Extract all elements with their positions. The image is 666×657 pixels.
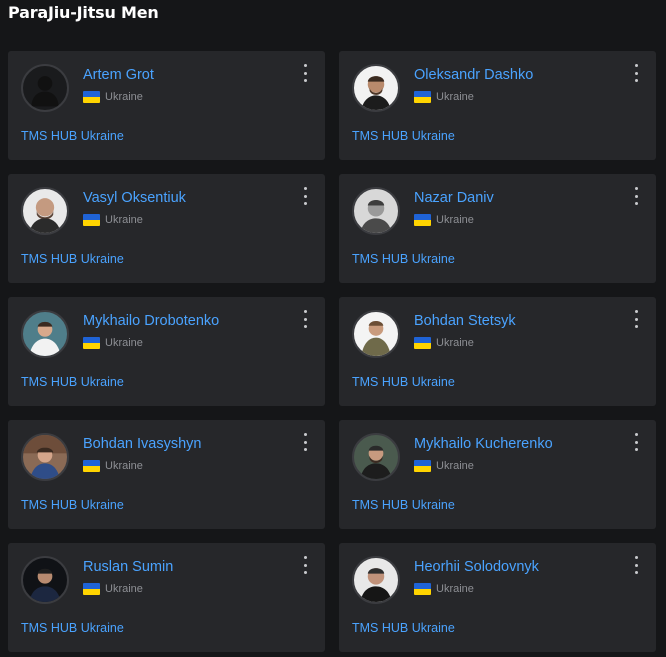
athlete-name-link[interactable]: Mykhailo Kucherenko: [414, 436, 553, 452]
page-title: ParaJiu-Jitsu Men: [8, 3, 159, 22]
team-link[interactable]: TMS HUB Ukraine: [21, 498, 124, 512]
athlete-card: Heorhii Solodovnyk Ukraine TMS HUB Ukrai…: [339, 543, 656, 652]
ukraine-flag-icon: [83, 337, 100, 349]
more-options-icon[interactable]: [630, 433, 642, 451]
athlete-name-link[interactable]: Heorhii Solodovnyk: [414, 559, 539, 575]
avatar: [21, 433, 69, 481]
ukraine-flag-icon: [83, 460, 100, 472]
country-label: Ukraine: [105, 337, 143, 349]
athlete-card: Mykhailo Kucherenko Ukraine TMS HUB Ukra…: [339, 420, 656, 529]
athlete-country: Ukraine: [83, 460, 143, 472]
avatar: [21, 187, 69, 235]
athlete-name-link[interactable]: Bohdan Stetsyk: [414, 313, 516, 329]
ukraine-flag-icon: [83, 214, 100, 226]
athlete-card: Vasyl Oksentiuk Ukraine TMS HUB Ukraine: [8, 174, 325, 283]
athlete-card: Artem Grot Ukraine TMS HUB Ukraine: [8, 51, 325, 160]
athlete-card: Ruslan Sumin Ukraine TMS HUB Ukraine: [8, 543, 325, 652]
avatar: [21, 310, 69, 358]
team-link[interactable]: TMS HUB Ukraine: [352, 498, 455, 512]
country-label: Ukraine: [436, 91, 474, 103]
athlete-name-link[interactable]: Ruslan Sumin: [83, 559, 173, 575]
ukraine-flag-icon: [414, 460, 431, 472]
athlete-country: Ukraine: [414, 214, 474, 226]
athlete-card: Mykhailo Drobotenko Ukraine TMS HUB Ukra…: [8, 297, 325, 406]
country-label: Ukraine: [105, 583, 143, 595]
team-link[interactable]: TMS HUB Ukraine: [352, 375, 455, 389]
country-label: Ukraine: [105, 214, 143, 226]
athlete-country: Ukraine: [414, 460, 474, 472]
athlete-card: Bohdan Stetsyk Ukraine TMS HUB Ukraine: [339, 297, 656, 406]
athlete-country: Ukraine: [83, 583, 143, 595]
country-label: Ukraine: [105, 91, 143, 103]
avatar: [21, 556, 69, 604]
country-label: Ukraine: [436, 583, 474, 595]
ukraine-flag-icon: [414, 91, 431, 103]
team-link[interactable]: TMS HUB Ukraine: [352, 129, 455, 143]
country-label: Ukraine: [105, 460, 143, 472]
athlete-country: Ukraine: [414, 337, 474, 349]
athlete-country: Ukraine: [83, 91, 143, 103]
avatar: [21, 64, 69, 112]
more-options-icon[interactable]: [630, 310, 642, 328]
more-options-icon[interactable]: [630, 64, 642, 82]
team-link[interactable]: TMS HUB Ukraine: [352, 621, 455, 635]
ukraine-flag-icon: [83, 91, 100, 103]
more-options-icon[interactable]: [299, 556, 311, 574]
team-link[interactable]: TMS HUB Ukraine: [21, 375, 124, 389]
avatar: [352, 556, 400, 604]
athlete-name-link[interactable]: Vasyl Oksentiuk: [83, 190, 186, 206]
athlete-name-link[interactable]: Nazar Daniv: [414, 190, 494, 206]
country-label: Ukraine: [436, 460, 474, 472]
athlete-country: Ukraine: [414, 583, 474, 595]
athlete-name-link[interactable]: Mykhailo Drobotenko: [83, 313, 219, 329]
avatar: [352, 433, 400, 481]
athlete-name-link[interactable]: Artem Grot: [83, 67, 154, 83]
ukraine-flag-icon: [414, 583, 431, 595]
athlete-name-link[interactable]: Oleksandr Dashko: [414, 67, 533, 83]
athlete-country: Ukraine: [83, 337, 143, 349]
avatar: [352, 187, 400, 235]
athlete-card: Nazar Daniv Ukraine TMS HUB Ukraine: [339, 174, 656, 283]
more-options-icon[interactable]: [299, 64, 311, 82]
team-link[interactable]: TMS HUB Ukraine: [21, 129, 124, 143]
team-link[interactable]: TMS HUB Ukraine: [352, 252, 455, 266]
more-options-icon[interactable]: [630, 187, 642, 205]
more-options-icon[interactable]: [299, 310, 311, 328]
country-label: Ukraine: [436, 337, 474, 349]
team-link[interactable]: TMS HUB Ukraine: [21, 621, 124, 635]
athlete-country: Ukraine: [83, 214, 143, 226]
team-link[interactable]: TMS HUB Ukraine: [21, 252, 124, 266]
more-options-icon[interactable]: [299, 433, 311, 451]
more-options-icon[interactable]: [630, 556, 642, 574]
athlete-card: Oleksandr Dashko Ukraine TMS HUB Ukraine: [339, 51, 656, 160]
ukraine-flag-icon: [83, 583, 100, 595]
athlete-grid: Artem Grot Ukraine TMS HUB Ukraine Oleks…: [8, 51, 656, 652]
athlete-name-link[interactable]: Bohdan Ivasyshyn: [83, 436, 202, 452]
ukraine-flag-icon: [414, 214, 431, 226]
avatar: [352, 64, 400, 112]
country-label: Ukraine: [436, 214, 474, 226]
ukraine-flag-icon: [414, 337, 431, 349]
avatar: [352, 310, 400, 358]
more-options-icon[interactable]: [299, 187, 311, 205]
athlete-country: Ukraine: [414, 91, 474, 103]
athlete-card: Bohdan Ivasyshyn Ukraine TMS HUB Ukraine: [8, 420, 325, 529]
